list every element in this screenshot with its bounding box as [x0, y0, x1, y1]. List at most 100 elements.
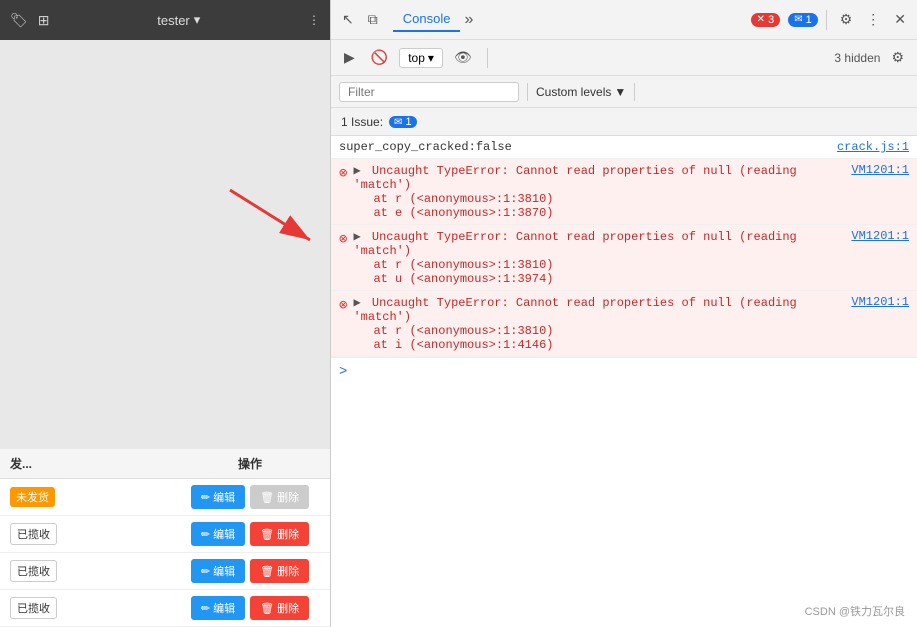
filter-input[interactable] — [339, 82, 519, 102]
console-line-error-2: ⊗ ▶ Uncaught TypeError: Cannot read prop… — [331, 225, 917, 291]
stack-trace-2b: at u (<anonymous>:1:3974) — [353, 272, 843, 286]
filter-bar: Custom levels ▼ — [331, 76, 917, 108]
chevron-down-icon: ▾ — [194, 12, 201, 28]
dropdown-arrow-icon: ▾ — [428, 51, 434, 65]
error-count: 3 — [768, 14, 774, 26]
triangle-icon-2: ▶ — [353, 230, 367, 244]
triangle-icon-3: ▶ — [353, 296, 367, 310]
source-link-crack[interactable]: crack.js:1 — [837, 140, 909, 154]
console-line-info: super_copy_cracked:false crack.js:1 — [331, 136, 917, 159]
more-options-button[interactable]: ⋮ — [861, 8, 885, 31]
col-header-status: 发... — [10, 455, 180, 472]
execute-icon-button[interactable]: ▶ — [339, 47, 360, 68]
tester-label: tester — [157, 13, 190, 28]
error-main-3: ▶ Uncaught TypeError: Cannot read proper… — [353, 296, 796, 324]
table-area: 发... 操作 未发货 ✏ 编辑 🗑 删除 已揽收 ✏ 编辑 🗑 删除 — [0, 449, 330, 627]
hidden-count: 3 hidden — [834, 51, 880, 65]
tab-console[interactable]: Console — [393, 7, 461, 32]
gear-settings-button[interactable]: ⚙ — [886, 47, 909, 68]
error-badge: ✕ 3 — [751, 13, 781, 27]
issue-badge: ✉ 1 — [389, 116, 417, 128]
status-badge-received: 已揽收 — [10, 560, 57, 582]
error-circle-icon-1: ⊗ — [339, 165, 347, 182]
top-label: top — [408, 51, 425, 65]
expand-icon: ⊞ — [38, 12, 50, 29]
table-row: 已揽收 ✏ 编辑 🗑 删除 — [0, 553, 330, 590]
delete-button-disabled: 🗑 删除 — [250, 485, 309, 509]
close-button[interactable]: ✕ — [889, 8, 911, 31]
row-status: 未发货 — [10, 487, 180, 507]
more-icon[interactable]: ⋮ — [308, 13, 320, 27]
left-topbar: 🏷 ⊞ tester ▾ ⋮ — [0, 0, 330, 40]
tag-icon: 🏷 — [10, 12, 28, 29]
error-content-3: ▶ Uncaught TypeError: Cannot read proper… — [353, 295, 843, 352]
custom-levels-arrow-icon: ▼ — [614, 85, 626, 99]
block-icon-button[interactable]: 🚫 — [366, 47, 393, 68]
error-main-2: ▶ Uncaught TypeError: Cannot read proper… — [353, 230, 796, 258]
issues-label: 1 Issue: — [341, 115, 383, 129]
row-status: 已揽收 — [10, 523, 180, 545]
table-row: 未发货 ✏ 编辑 🗑 删除 — [0, 479, 330, 516]
settings-button[interactable]: ⚙ — [835, 8, 858, 31]
prompt-chevron: > — [339, 364, 347, 380]
console-line-error-1: ⊗ ▶ Uncaught TypeError: Cannot read prop… — [331, 159, 917, 225]
triangle-icon-1: ▶ — [353, 164, 367, 178]
stack-trace-2a: at r (<anonymous>:1:3810) — [353, 258, 843, 272]
message-badge: ✉ 1 — [788, 13, 818, 27]
console-text-copy-cracked: super_copy_cracked:false — [339, 140, 829, 154]
row-ops: ✏ 编辑 🗑 删除 — [180, 596, 320, 620]
col-header-ops: 操作 — [180, 455, 320, 472]
stack-trace-1b: at e (<anonymous>:1:3870) — [353, 206, 843, 220]
message-count: 1 — [806, 14, 812, 26]
edit-button[interactable]: ✏ 编辑 — [191, 596, 245, 620]
source-link-3[interactable]: VM1201:1 — [851, 295, 909, 309]
stack-trace-3b: at i (<anonymous>:1:4146) — [353, 338, 843, 352]
stack-trace-3a: at r (<anonymous>:1:3810) — [353, 324, 843, 338]
more-tabs-button[interactable]: » — [464, 11, 473, 29]
frames-tool-button[interactable]: ⧉ — [363, 8, 383, 31]
error-main-1: ▶ Uncaught TypeError: Cannot read proper… — [353, 164, 796, 192]
delete-button[interactable]: 🗑 删除 — [250, 559, 309, 583]
edit-button[interactable]: ✏ 编辑 — [191, 485, 245, 509]
tester-button[interactable]: tester ▾ — [157, 12, 200, 28]
context-dropdown[interactable]: top ▾ — [399, 48, 443, 68]
console-prompt[interactable]: > — [331, 357, 917, 386]
custom-levels-label: Custom levels — [536, 85, 611, 99]
error-content-1: ▶ Uncaught TypeError: Cannot read proper… — [353, 163, 843, 220]
source-link-1[interactable]: VM1201:1 — [851, 163, 909, 177]
error-circle-icon-3: ⊗ — [339, 297, 347, 314]
row-ops: ✏ 编辑 🗑 删除 — [180, 485, 320, 509]
row-status: 已揽收 — [10, 597, 180, 619]
status-badge-received: 已揽收 — [10, 597, 57, 619]
devtools-topbar: ↖ ⧉ Console » ✕ 3 ✉ 1 ⚙ ⋮ ✕ — [331, 0, 917, 40]
cursor-tool-button[interactable]: ↖ — [337, 8, 359, 31]
error-circle-icon-2: ⊗ — [339, 231, 347, 248]
row-status: 已揽收 — [10, 560, 180, 582]
status-badge-received: 已揽收 — [10, 523, 57, 545]
row-ops: ✏ 编辑 🗑 删除 — [180, 522, 320, 546]
delete-button[interactable]: 🗑 删除 — [250, 596, 309, 620]
edit-button[interactable]: ✏ 编辑 — [191, 522, 245, 546]
message-icon: ✉ — [794, 14, 802, 25]
delete-button[interactable]: 🗑 删除 — [250, 522, 309, 546]
eye-icon-button[interactable]: 👁 — [449, 47, 477, 68]
error-x-icon: ✕ — [757, 14, 765, 25]
console-toolbar: ▶ 🚫 top ▾ 👁 3 hidden ⚙ — [331, 40, 917, 76]
left-panel: 🏷 ⊞ tester ▾ ⋮ 发... 操作 未发货 — [0, 0, 330, 627]
console-line-error-3: ⊗ ▶ Uncaught TypeError: Cannot read prop… — [331, 291, 917, 357]
devtools-tool-icons: ↖ ⧉ — [337, 8, 383, 31]
left-topbar-icons: 🏷 ⊞ — [10, 12, 50, 29]
console-output[interactable]: super_copy_cracked:false crack.js:1 ⊗ ▶ … — [331, 136, 917, 627]
issue-count: 1 — [405, 116, 411, 128]
status-badge-unshipped: 未发货 — [10, 487, 55, 507]
custom-levels-button[interactable]: Custom levels ▼ — [536, 85, 626, 99]
table-row: 已揽收 ✏ 编辑 🗑 删除 — [0, 590, 330, 627]
edit-button[interactable]: ✏ 编辑 — [191, 559, 245, 583]
issues-bar: 1 Issue: ✉ 1 — [331, 108, 917, 136]
issue-icon: ✉ — [394, 117, 402, 128]
row-ops: ✏ 编辑 🗑 删除 — [180, 559, 320, 583]
table-header: 发... 操作 — [0, 449, 330, 479]
table-row: 已揽收 ✏ 编辑 🗑 删除 — [0, 516, 330, 553]
source-link-2[interactable]: VM1201:1 — [851, 229, 909, 243]
stack-trace-1a: at r (<anonymous>:1:3810) — [353, 192, 843, 206]
